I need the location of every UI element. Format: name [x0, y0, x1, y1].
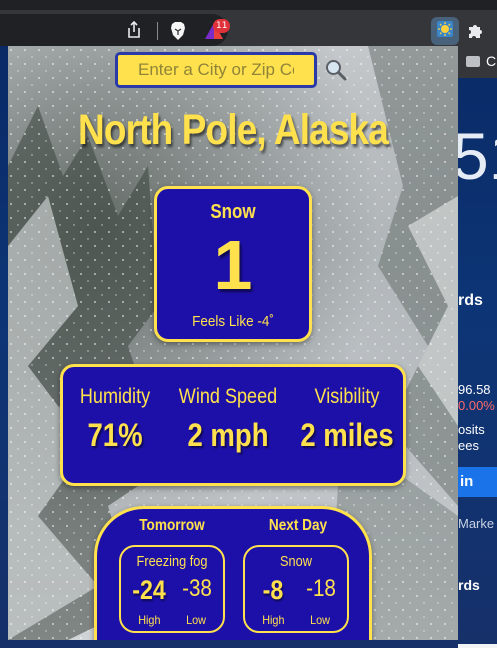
- forecast-temps: -24 -38: [121, 575, 223, 605]
- feels-like: Feels Like -4˚: [192, 313, 274, 330]
- bg-text: Marke: [458, 516, 495, 531]
- notification-badge: 11: [213, 19, 231, 33]
- brave-lion-icon[interactable]: [169, 21, 187, 41]
- low-label: Low: [310, 613, 330, 627]
- forecast-day: Freezing fog -24 -38 High Low: [119, 545, 225, 633]
- humidity-stat: Humidity 71%: [57, 385, 173, 454]
- current-weather-card: Snow 1 Feels Like -4˚: [154, 186, 312, 342]
- bg-price: 96.58: [458, 382, 491, 397]
- visibility-stat: Visibility 2 miles: [289, 385, 405, 454]
- forecast-condition: Freezing fog: [136, 553, 208, 570]
- forecast-title: Tomorrow: [139, 517, 205, 534]
- bg-button-label: in: [460, 473, 474, 490]
- forecast-low: -18: [306, 575, 336, 602]
- stat-value: 2 miles: [300, 417, 394, 453]
- city-search-input[interactable]: [115, 52, 317, 88]
- weather-popup: North Pole, Alaska Snow 1 Feels Like -4˚…: [8, 46, 458, 640]
- bg-text: osits: [458, 422, 485, 437]
- stat-value: 2 mph: [187, 417, 269, 453]
- wind-speed-stat: Wind Speed 2 mph: [170, 385, 286, 454]
- high-label: High: [138, 613, 161, 627]
- folder-icon[interactable]: [466, 56, 480, 67]
- bookmark-label[interactable]: C: [486, 53, 496, 69]
- current-temperature: 1: [213, 226, 253, 304]
- forecast-condition: Snow: [280, 553, 312, 570]
- browser-toolbar: 11: [0, 0, 497, 46]
- weather-stats-card: Humidity 71% Wind Speed 2 mph Visibility…: [60, 364, 406, 486]
- forecast-title: Next Day: [268, 517, 328, 534]
- share-icon[interactable]: [124, 20, 144, 40]
- search-icon[interactable]: [324, 58, 348, 82]
- bg-text: ees: [458, 438, 479, 453]
- bg-big-number: 51: [452, 119, 497, 193]
- extensions-puzzle-icon[interactable]: [466, 21, 486, 41]
- forecast-low: -38: [182, 575, 212, 602]
- stat-label: Wind Speed: [178, 385, 278, 408]
- address-bar[interactable]: [0, 14, 228, 46]
- search-bar: [8, 50, 458, 88]
- weather-icon: [436, 20, 454, 43]
- forecast-day: Snow -8 -18 High Low: [243, 545, 349, 633]
- low-label: Low: [186, 613, 206, 627]
- weather-extension-button[interactable]: [431, 17, 459, 45]
- stat-label: Visibility: [314, 385, 380, 408]
- bg-heading: rds: [458, 292, 483, 309]
- high-label: High: [262, 613, 285, 627]
- toolbar-divider: [157, 22, 158, 40]
- forecast-temps: -8 -18: [245, 575, 347, 605]
- forecast-high: -8: [262, 575, 284, 605]
- bg-heading: rds: [458, 577, 480, 593]
- bg-change: 0.00%: [458, 398, 495, 413]
- stat-label: Humidity: [79, 385, 151, 408]
- stat-value: 71%: [87, 417, 143, 453]
- forecast-card: Tomorrow Next Day Freezing fog -24 -38 H…: [94, 506, 372, 640]
- bg-divider: [458, 644, 497, 648]
- forecast-high: -24: [132, 575, 166, 605]
- tab-strip: [0, 0, 497, 10]
- city-name: North Pole, Alaska: [78, 106, 389, 154]
- current-condition: Snow: [210, 201, 256, 223]
